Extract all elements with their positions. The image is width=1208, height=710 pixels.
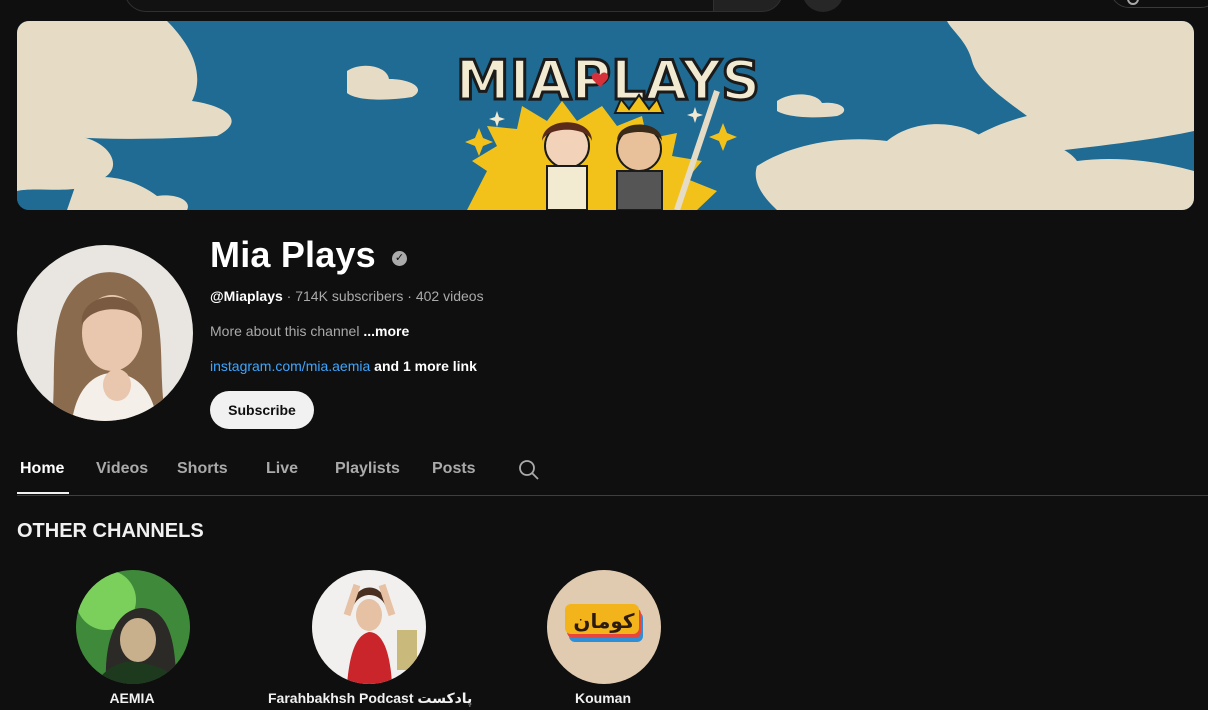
channel-handle: @Miaplays [210, 288, 283, 304]
channel-meta: @Miaplays · 714K subscribers · 402 video… [210, 288, 484, 304]
other-channels-title: OTHER CHANNELS [17, 520, 204, 542]
channel-card-name[interactable]: Kouman [503, 690, 703, 706]
kouman-logo: کومان [573, 609, 635, 633]
channel-tabs: Home Videos Shorts Live Playlists Posts [17, 450, 1208, 496]
account-icon [1127, 0, 1139, 5]
tab-videos[interactable]: Videos [96, 460, 148, 478]
channel-banner: MIAPLAYS [17, 21, 1194, 210]
channel-card-avatar[interactable] [76, 570, 190, 684]
about-text: More about this channel [210, 323, 364, 339]
tab-playlists[interactable]: Playlists [335, 460, 400, 478]
banner-art: MIAPLAYS [17, 21, 1194, 210]
search-icon[interactable] [518, 459, 540, 481]
channel-about[interactable]: More about this channel ...more [210, 323, 409, 339]
channel-card-avatar[interactable] [312, 570, 426, 684]
tabs-divider [17, 495, 1208, 496]
channel-avatar[interactable] [17, 245, 193, 421]
account-button[interactable] [1110, 0, 1208, 8]
subscribe-button[interactable]: Subscribe [210, 391, 314, 429]
search-input[interactable] [124, 0, 714, 12]
channel-card-aemia[interactable]: AEMIA [32, 570, 232, 710]
active-tab-indicator [17, 492, 69, 494]
channel-links: instagram.com/mia.aemia and 1 more link [210, 358, 477, 374]
channel-card-name[interactable]: AEMIA [32, 690, 232, 706]
about-more-link[interactable]: ...more [363, 323, 409, 339]
instagram-link[interactable]: instagram.com/mia.aemia [210, 358, 370, 374]
tab-shorts[interactable]: Shorts [177, 460, 228, 478]
tab-posts[interactable]: Posts [432, 460, 476, 478]
channel-card-avatar[interactable]: کومان [547, 570, 661, 684]
channel-card-name[interactable]: Farahbakhsh Podcast پادکست [268, 690, 472, 707]
channel-card-kouman[interactable]: کومان Kouman [503, 570, 703, 710]
channel-title: Mia Plays [210, 234, 376, 275]
tab-live[interactable]: Live [266, 460, 298, 478]
avatar-photo [17, 245, 193, 421]
channel-card-farahbakhsh-podcast[interactable]: Farahbakhsh Podcast پادکست [268, 570, 472, 710]
tab-home[interactable]: Home [20, 460, 64, 478]
check-circle-icon: ✓ [392, 251, 407, 266]
video-count: · 402 videos [403, 288, 484, 304]
more-links-button[interactable]: and 1 more link [370, 358, 477, 374]
subscriber-count: · 714K subscribers [282, 288, 404, 304]
